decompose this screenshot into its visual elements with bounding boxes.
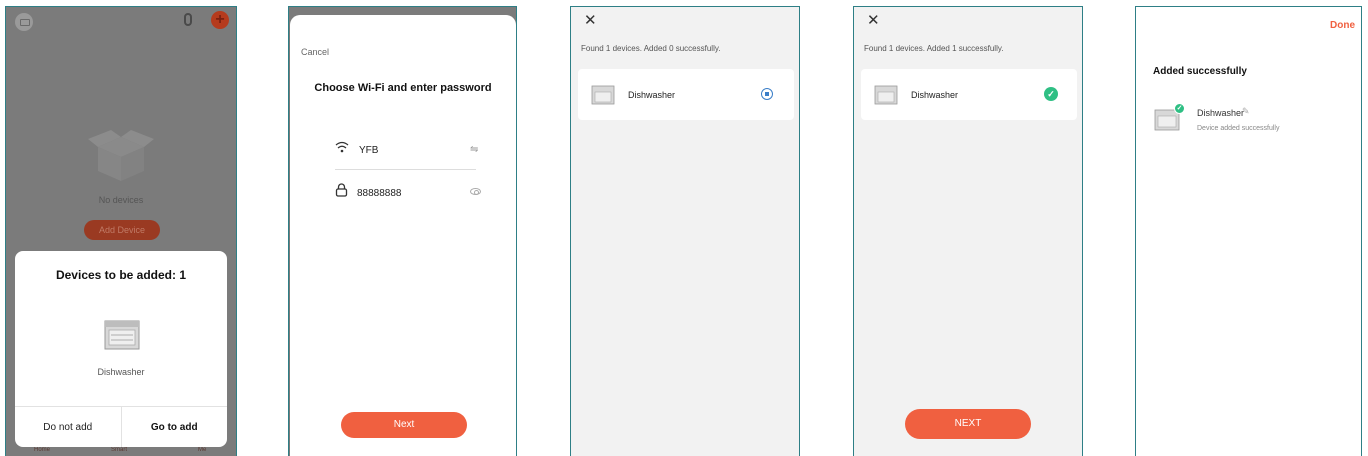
- list-item: Dishwasher ✓: [861, 69, 1077, 120]
- lock-icon: [335, 183, 348, 197]
- cancel-link[interactable]: Cancel: [301, 47, 329, 57]
- screen-home-add-sheet: + No devices Add Device Home Smart Me De…: [5, 6, 237, 456]
- page-title: Choose Wi-Fi and enter password: [314, 82, 492, 94]
- do-not-add-button[interactable]: Do not add: [15, 407, 122, 447]
- dishwasher-image: [591, 85, 615, 105]
- empty-box-illustration: [88, 130, 154, 181]
- screen-wifi-password: Cancel Choose Wi-Fi and enter password Y…: [288, 6, 517, 456]
- devices-to-add-sheet: Devices to be added: 1 Dishwasher Do not…: [15, 251, 227, 447]
- check-icon: ✓: [1044, 87, 1058, 101]
- go-to-add-button[interactable]: Go to add: [122, 407, 228, 447]
- dishwasher-image: [874, 85, 898, 105]
- dishwasher-image: [104, 320, 140, 350]
- no-devices-label: No devices: [98, 195, 144, 205]
- screen-added-successfully: Done Added successfully ✓ Dishwasher ✎ D…: [1135, 6, 1362, 456]
- progress-icon: [761, 88, 773, 100]
- nav-home[interactable]: Home: [34, 447, 50, 453]
- sheet-title: Devices to be added: 1: [55, 268, 187, 282]
- device-name: Dishwasher: [911, 90, 959, 100]
- plus-icon[interactable]: +: [211, 11, 229, 29]
- home-icon[interactable]: [15, 13, 33, 31]
- eye-icon[interactable]: [470, 188, 481, 195]
- close-icon[interactable]: ✕: [584, 11, 597, 29]
- check-icon: ✓: [1174, 103, 1185, 114]
- device-status: Device added successfully: [1197, 125, 1280, 132]
- page-title: Added successfully: [1153, 66, 1247, 77]
- nav-smart[interactable]: Smart: [111, 447, 127, 453]
- nav-me[interactable]: Me: [198, 447, 206, 453]
- mic-icon[interactable]: [184, 13, 192, 26]
- password-field[interactable]: 88888888: [357, 188, 402, 199]
- divider: [335, 169, 476, 170]
- top-bar: +: [6, 7, 236, 35]
- wifi-icon: [335, 141, 349, 153]
- next-button[interactable]: Next: [341, 412, 467, 438]
- wifi-ssid[interactable]: YFB: [359, 145, 378, 156]
- screen-adding-progress: ✕ Found 1 devices. Added 0 successfully.…: [570, 6, 800, 456]
- swap-icon[interactable]: ⇋: [470, 144, 478, 155]
- add-device-button[interactable]: Add Device: [84, 220, 160, 240]
- found-status: Found 1 devices. Added 0 successfully.: [581, 44, 721, 53]
- close-icon[interactable]: ✕: [867, 11, 880, 29]
- found-status: Found 1 devices. Added 1 successfully.: [864, 44, 1004, 53]
- next-button[interactable]: NEXT: [905, 409, 1031, 439]
- wifi-card: Cancel Choose Wi-Fi and enter password Y…: [290, 15, 516, 456]
- edit-icon[interactable]: ✎: [1242, 106, 1250, 117]
- screen-added-result: ✕ Found 1 devices. Added 1 successfully.…: [853, 6, 1083, 456]
- done-button[interactable]: Done: [1330, 20, 1355, 31]
- list-item: Dishwasher: [578, 69, 794, 120]
- device-name: Dishwasher: [97, 367, 145, 377]
- sheet-actions: Do not add Go to add: [15, 406, 227, 447]
- device-name: Dishwasher: [1197, 108, 1245, 118]
- device-name: Dishwasher: [628, 90, 676, 100]
